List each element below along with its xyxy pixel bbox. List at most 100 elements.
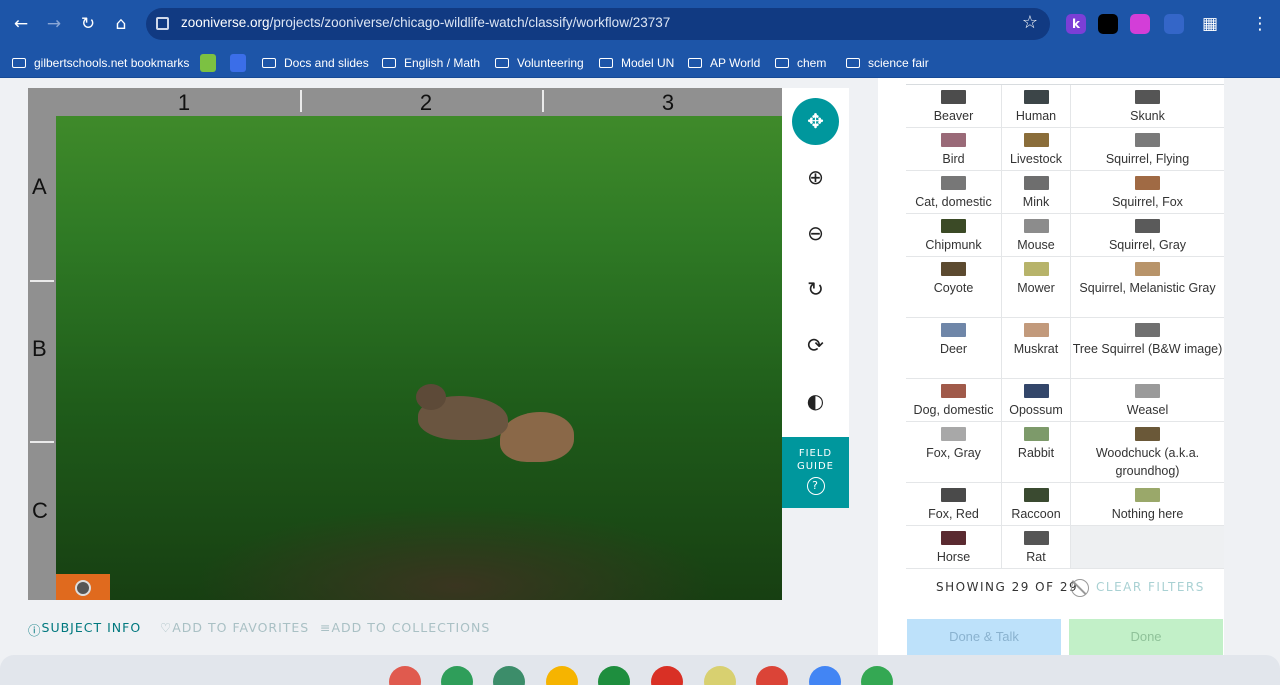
bookmark-chem[interactable]: chem: [775, 54, 826, 72]
choice-weasel[interactable]: Weasel: [1071, 379, 1224, 422]
choice-mower[interactable]: Mower: [1002, 257, 1070, 318]
notes-app-icon[interactable]: [704, 666, 736, 685]
gmail-app-icon[interactable]: [651, 666, 683, 685]
done-and-talk-button[interactable]: Done & Talk: [907, 619, 1061, 655]
choice-chipmunk[interactable]: Chipmunk: [906, 214, 1001, 257]
grid-separator: [1070, 85, 1071, 569]
choice-squirrel-melanistic-gray[interactable]: Squirrel, Melanistic Gray: [1071, 257, 1224, 318]
add-to-collections-link[interactable]: ≡ ADD TO COLLECTIONS: [320, 620, 489, 635]
choice-squirrel-flying[interactable]: Squirrel, Flying: [1071, 128, 1224, 171]
choice-raccoon[interactable]: Raccoon: [1002, 483, 1070, 526]
add-to-favorites-link[interactable]: ♡ ADD TO FAVORITES: [160, 620, 308, 635]
choice-thumbnail: [1135, 219, 1160, 233]
choice-squirrel-gray[interactable]: Squirrel, Gray: [1071, 214, 1224, 257]
choice-rat[interactable]: Rat: [1002, 526, 1070, 569]
palette-app-icon[interactable]: [389, 666, 421, 685]
grid-separator: [1001, 85, 1002, 569]
choice-thumbnail: [1023, 133, 1049, 147]
choice-thumbnail: [941, 219, 966, 233]
squirrel-tail: [500, 412, 574, 462]
choice-label: Tree Squirrel (B&W image): [1072, 342, 1223, 356]
chrome-app-icon[interactable]: [756, 666, 788, 685]
folder-icon: [688, 58, 702, 68]
reset-icon[interactable]: ⟳: [792, 322, 839, 369]
choice-human[interactable]: Human: [1002, 85, 1070, 128]
extensions-puzzle-icon[interactable]: ▦: [1198, 12, 1222, 36]
subject-image[interactable]: [56, 116, 782, 600]
choice-label: Human: [1015, 109, 1057, 123]
clear-filters-button[interactable]: CLEAR FILTERS: [1096, 580, 1205, 594]
spy-extension-icon[interactable]: [1098, 14, 1118, 34]
bookmark-star-icon[interactable]: ☆: [1022, 12, 1038, 33]
video-extension-icon[interactable]: [1130, 14, 1150, 34]
choice-thumbnail: [1135, 427, 1160, 441]
choice-thumbnail: [1023, 488, 1049, 502]
keep-app-icon[interactable]: [546, 666, 578, 685]
zoom-out-icon[interactable]: ⊖: [792, 210, 839, 257]
choice-nothing-here[interactable]: Nothing here: [1071, 483, 1224, 526]
rotate-icon[interactable]: ↻: [792, 266, 839, 313]
choice-woodchuck-a-k-a-groundhog[interactable]: Woodchuck (a.k.a. groundhog): [1071, 422, 1224, 483]
bookmark-app-c[interactable]: [200, 54, 216, 72]
bookmark-english-math[interactable]: English / Math: [382, 54, 480, 72]
choice-horse[interactable]: Horse: [906, 526, 1001, 569]
choice-dog-domestic[interactable]: Dog, domestic: [906, 379, 1001, 422]
choice-skunk[interactable]: Skunk: [1071, 85, 1224, 128]
drive-app-icon[interactable]: [598, 666, 630, 685]
choice-muskrat[interactable]: Muskrat: [1002, 318, 1070, 379]
bookmark-label: Docs and slides: [284, 56, 369, 70]
bookmark-ap-world[interactable]: AP World: [688, 54, 760, 72]
home-icon[interactable]: ⌂: [109, 12, 133, 36]
choice-rabbit[interactable]: Rabbit: [1002, 422, 1070, 483]
choice-fox-red[interactable]: Fox, Red: [906, 483, 1001, 526]
classroom-app-icon[interactable]: [441, 666, 473, 685]
choice-fox-gray[interactable]: Fox, Gray: [906, 422, 1001, 483]
choice-mink[interactable]: Mink: [1002, 171, 1070, 214]
move-tool-icon[interactable]: ✥: [792, 98, 839, 145]
grid-column-label: 1: [177, 90, 191, 115]
subject-viewer[interactable]: 1 2 3 A B C: [28, 88, 782, 600]
choice-cat-domestic[interactable]: Cat, domestic: [906, 171, 1001, 214]
subject-info-link[interactable]: ⓘ SUBJECT INFO: [28, 620, 140, 639]
kebab-menu-icon[interactable]: ⋮: [1248, 12, 1272, 36]
play-app-icon[interactable]: [861, 666, 893, 685]
forward-arrow-icon[interactable]: →: [42, 12, 66, 36]
zoom-in-icon[interactable]: ⊕: [792, 154, 839, 201]
choice-thumbnail: [1023, 219, 1049, 233]
site-info-icon[interactable]: [156, 17, 169, 30]
screen-extension-icon[interactable]: [1164, 14, 1184, 34]
bookmark-model-un[interactable]: Model UN: [599, 54, 674, 72]
done-button[interactable]: Done: [1069, 619, 1223, 655]
choice-livestock[interactable]: Livestock: [1002, 128, 1070, 171]
choice-tree-squirrel-b-w-image[interactable]: Tree Squirrel (B&W image): [1071, 318, 1224, 379]
bookmark-science-fair[interactable]: science fair: [846, 54, 929, 72]
choice-label: Muskrat: [1013, 342, 1059, 356]
url-text[interactable]: zooniverse.org/projects/zooniverse/chica…: [181, 15, 670, 30]
bookmark-app-blue[interactable]: [230, 54, 246, 72]
bookmark-docs-and-slides[interactable]: Docs and slides: [262, 54, 369, 72]
choice-beaver[interactable]: Beaver: [906, 85, 1001, 128]
sites-app-icon[interactable]: [493, 666, 525, 685]
choice-squirrel-fox[interactable]: Squirrel, Fox: [1071, 171, 1224, 214]
k-extension-icon[interactable]: k: [1066, 14, 1086, 34]
choice-mouse[interactable]: Mouse: [1002, 214, 1070, 257]
choice-coyote[interactable]: Coyote: [906, 257, 1001, 318]
choice-opossum[interactable]: Opossum: [1002, 379, 1070, 422]
bookmark-volunteering[interactable]: Volunteering: [495, 54, 584, 72]
address-bar[interactable]: zooniverse.org/projects/zooniverse/chica…: [146, 8, 1050, 40]
grid-column-label: 2: [419, 90, 433, 115]
bookmark-managed[interactable]: gilbertschools.net bookmarks: [12, 54, 189, 72]
docs-app-icon[interactable]: [809, 666, 841, 685]
choice-label: Squirrel, Flying: [1105, 152, 1190, 166]
choice-deer[interactable]: Deer: [906, 318, 1001, 379]
choice-bird[interactable]: Bird: [906, 128, 1001, 171]
choice-label: Mouse: [1017, 238, 1055, 252]
choice-label: Livestock: [1009, 152, 1063, 166]
reload-icon[interactable]: ↻: [76, 12, 100, 36]
back-arrow-icon[interactable]: ←: [9, 12, 33, 36]
invert-contrast-icon[interactable]: ◐: [792, 378, 839, 425]
choice-thumbnail: [941, 262, 966, 276]
choice-thumbnail: [941, 176, 966, 190]
clear-filters-icon[interactable]: [1071, 579, 1089, 597]
field-guide-button[interactable]: FIELD GUIDE ?: [782, 437, 849, 508]
